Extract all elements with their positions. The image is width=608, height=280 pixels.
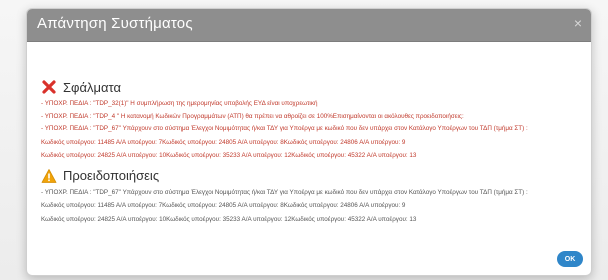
warnings-header: Προειδοποιήσεις xyxy=(41,167,577,185)
close-button[interactable]: × xyxy=(574,15,582,31)
warning-subproject-list: Κωδικός υποέργου: 24825 Α/Α υποέργου: 10… xyxy=(41,215,417,223)
dialog-header: Απάντηση Συστήματος × xyxy=(27,9,591,42)
warning-subproject-list: Κωδικός υποέργου: 11485 Α/Α υποέργου: 7Κ… xyxy=(41,202,406,209)
ok-button[interactable]: OK xyxy=(557,251,583,267)
dialog-title: Απάντηση Συστήματος xyxy=(37,15,193,32)
errors-title: Σφάλματα xyxy=(63,79,121,95)
error-message: - ΥΠΟΧΡ. ΠΕΔΙΑ : "TDP_67" Υπάρχουν στο σ… xyxy=(41,125,528,132)
warning-triangle-icon xyxy=(41,168,57,184)
warnings-title: Προειδοποιήσεις xyxy=(63,168,160,183)
error-subproject-list: Κωδικός υποέργου: 11485 Α/Α υποέργου: 7Κ… xyxy=(41,138,406,146)
dialog-body: Σφάλματα - ΥΠΟΧΡ. ΠΕΔΙΑ : "TDP_32(1)" Η … xyxy=(27,42,591,275)
warning-message: - ΥΠΟΧΡ. ΠΕΔΙΑ : "TDP_67" Υπάρχουν στο σ… xyxy=(41,188,528,196)
error-message: - ΥΠΟΧΡ. ΠΕΔΙΑ : "TDP_32(1)" Η συμπλήρωσ… xyxy=(41,100,318,107)
error-x-icon xyxy=(41,79,57,95)
error-subproject-list: Κωδικός υποέργου: 24825 Α/Α υποέργου: 10… xyxy=(41,152,417,159)
errors-header: Σφάλματα xyxy=(41,78,577,96)
error-message: - ΥΠΟΧΡ. ΠΕΔΙΑ : "TDP_4 " Η κατανομή Κωδ… xyxy=(41,112,464,120)
system-response-dialog: Απάντηση Συστήματος × Σφάλματα - ΥΠΟΧΡ. … xyxy=(26,8,592,276)
